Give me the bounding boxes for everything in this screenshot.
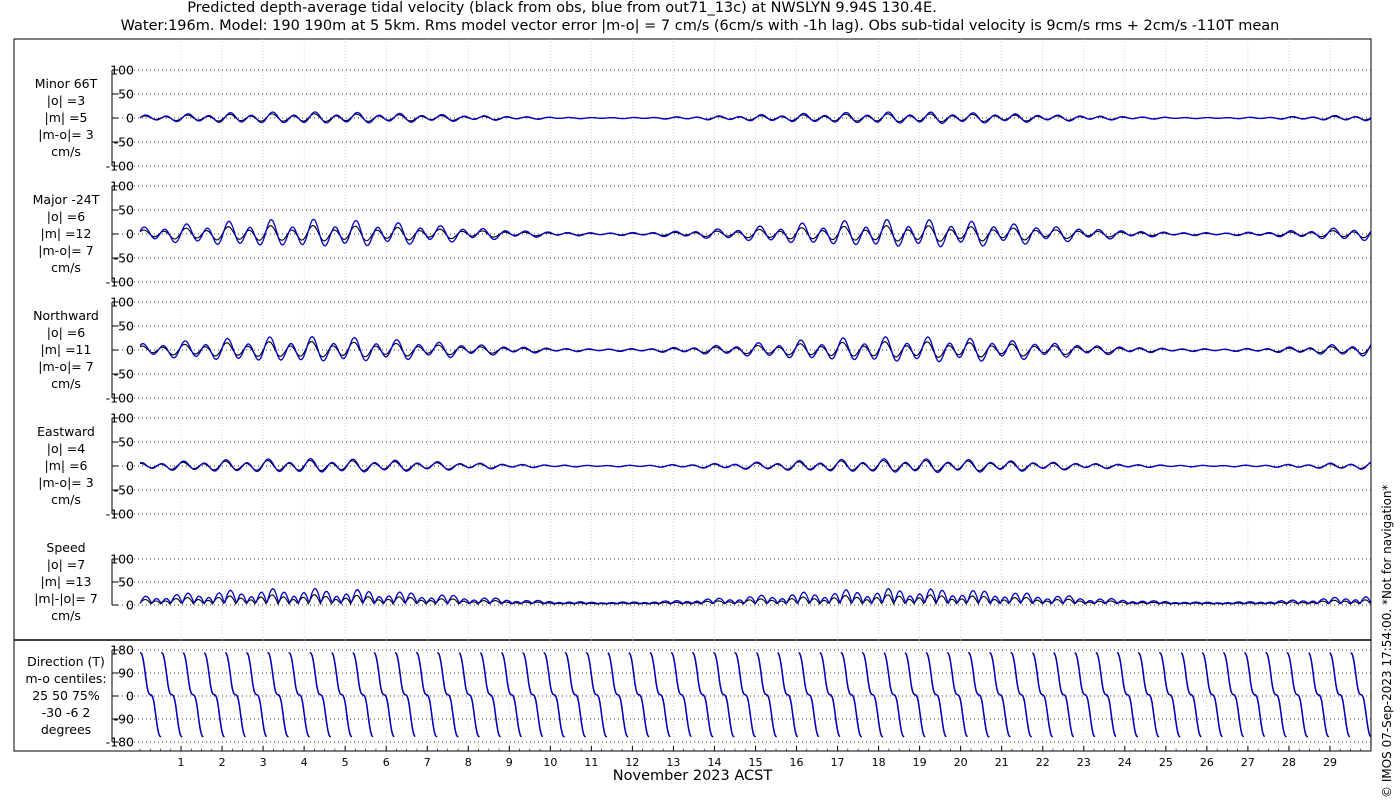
x-axis-label: November 2023 ACST [612, 768, 773, 784]
panel-major-24t-stat-label: |m-o|= 7 [38, 243, 93, 258]
panel-northward-stat-label: |m-o|= 7 [38, 359, 93, 374]
direction-y-tick-label: 180 [110, 643, 134, 658]
panel-speed-stat-label: |m| =13 [41, 574, 92, 589]
panel-minor-66t-y-tick-label: 0 [126, 111, 134, 126]
panel-northward-stat-label: |o| =6 [47, 325, 86, 340]
panel-major-24t-stat-label: |m| =12 [41, 226, 92, 241]
panel-eastward-stat-label: Eastward [37, 424, 95, 439]
panel-minor-66t-model-series [139, 111, 1372, 124]
direction-y-tick-label: -90 [114, 712, 134, 727]
panel-northward-y-tick-label: 0 [126, 343, 134, 358]
panel-major-24t-y-tick-label: -100 [106, 275, 134, 290]
panel-eastward-y-tick-label: -50 [114, 483, 134, 498]
panel-speed-y-tick-label: 100 [110, 552, 134, 567]
direction-stat-label: degrees [41, 722, 91, 737]
panel-eastward-stat-label: cm/s [51, 492, 81, 507]
panel-eastward-y-tick-label: 50 [118, 435, 134, 450]
panel-major-24t-y-tick-label: -50 [114, 251, 134, 266]
panel-speed-y-tick-label: 50 [118, 575, 134, 590]
panel-eastward-y-tick-label: -100 [106, 507, 134, 522]
panel-northward-stat-label: Northward [33, 308, 99, 323]
panel-major-24t-stat-label: Major -24T [33, 192, 100, 207]
direction-stat-label: Direction (T) [27, 654, 105, 669]
direction-stat-label: -30 -6 2 [42, 705, 91, 720]
panel-eastward-stat-label: |m| =6 [45, 458, 88, 473]
panel-major-24t-stat-label: cm/s [51, 260, 81, 275]
panel-minor-66t-y-tick-label: -100 [106, 159, 134, 174]
panel-speed-model-series [139, 587, 1372, 606]
panel-northward-y-tick-label: -100 [106, 391, 134, 406]
panel-minor-66t-y-tick-label: 50 [118, 87, 134, 102]
panel-speed-stat-label: |m|-|o|= 7 [34, 591, 98, 606]
panel-major-24t-y-tick-label: 50 [118, 203, 134, 218]
panel-minor-66t-stat-label: |o| =3 [47, 93, 85, 108]
panel-minor-66t-y-tick-label: 100 [110, 63, 134, 78]
panel-speed-y-tick-label: 0 [126, 598, 134, 613]
panel-northward-stat-label: cm/s [51, 376, 81, 391]
panel-minor-66t-stat-label: cm/s [51, 144, 81, 159]
panel-speed-stat-label: cm/s [51, 608, 81, 623]
direction-y-tick-label: -180 [106, 735, 134, 750]
panel-eastward-stat-label: |m-o|= 3 [38, 475, 93, 490]
panel-major-24t-y-tick-label: 100 [110, 179, 134, 194]
panel-northward-y-tick-label: 50 [118, 319, 134, 334]
direction-stat-label: m-o centiles: [25, 671, 106, 686]
copyright-notice: © IMOS 07-Sep-2023 17:54:00. *Not for na… [1380, 484, 1394, 798]
panel-minor-66t-stat-label: Minor 66T [35, 76, 98, 91]
panel-northward-stat-label: |m| =11 [41, 342, 92, 357]
panel-speed-stat-label: |o| =7 [47, 557, 85, 572]
panel-major-24t-stat-label: |o| =6 [47, 209, 86, 224]
panel-northward-y-tick-label: 100 [110, 295, 134, 310]
panel-northward-y-tick-label: -50 [114, 367, 134, 382]
plot-frame [13, 38, 1372, 752]
panel-minor-66t-stat-label: |m-o|= 3 [38, 127, 93, 142]
panel-eastward-stat-label: |o| =4 [47, 441, 86, 456]
direction-y-tick-label: 90 [118, 666, 134, 681]
panel-speed-stat-label: Speed [46, 540, 85, 555]
panel-minor-66t-stat-label: |m| =5 [45, 110, 88, 125]
tidal-velocity-chart: 100 50 0 -50 -100 Minor 66T |o| =3 |m| =5 |m-o|=… [13, 38, 1372, 769]
direction-stat-label: 25 50 75% [32, 688, 100, 703]
panel-eastward-y-tick-label: 0 [126, 459, 134, 474]
panel-minor-66t-y-tick-label: -50 [114, 135, 134, 150]
panel-major-24t-y-tick-label: 0 [126, 227, 134, 242]
direction-y-tick-label: 0 [126, 689, 134, 704]
panel-eastward-y-tick-label: 100 [110, 411, 134, 426]
panel-major-24t-model-series [139, 218, 1372, 248]
